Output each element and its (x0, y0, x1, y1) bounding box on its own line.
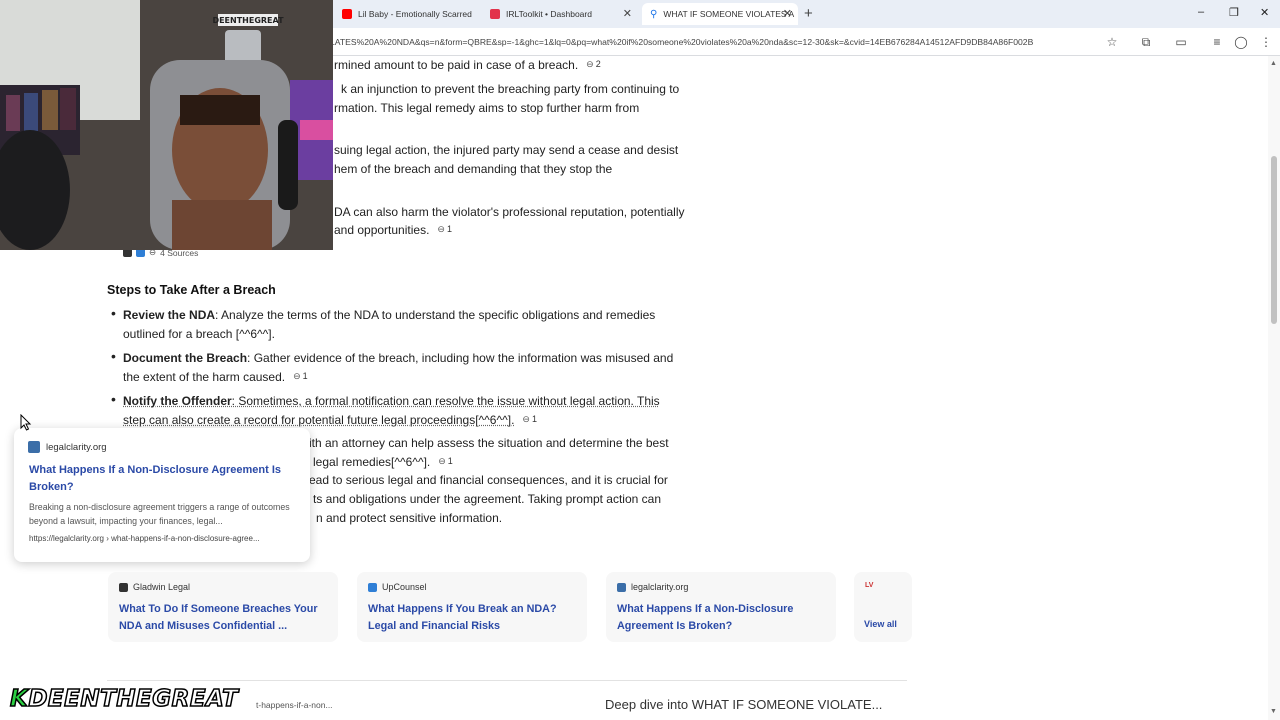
view-all-button[interactable]: LV View all (854, 572, 912, 642)
source-card-title[interactable]: What To Do If Someone Breaches Your NDA … (119, 601, 331, 635)
legalclarity-favicon-icon (617, 582, 626, 592)
tab-irltoolkit[interactable]: IRLToolkit • Dashboard ✕ (482, 3, 638, 25)
tab-title: WHAT IF SOMEONE VIOLATES A (663, 9, 795, 19)
steps-heading: Steps to Take After a Breach (107, 283, 276, 297)
cam-sign-text: DEENTHEGREAT (212, 16, 284, 25)
star-icon[interactable]: ☆ (1103, 33, 1121, 51)
site-favicon-icon: LV (865, 582, 874, 589)
hover-card-site: legalclarity.org (28, 441, 107, 453)
answer-line: hem of the breach and demanding that the… (334, 162, 613, 176)
minimize-button[interactable]: – (1198, 6, 1204, 18)
link-icon: ⊖ (522, 414, 530, 424)
scroll-up-icon[interactable]: ▲ (1270, 60, 1277, 67)
close-tab-icon[interactable]: ✕ (783, 7, 792, 20)
view-all-label: View all (864, 619, 897, 629)
webcam-image: DEENTHEGREAT (0, 0, 333, 250)
citation-badge[interactable]: ⊖ 1 (438, 456, 453, 467)
citation-hover-card[interactable]: legalclarity.org What Happens If a Non-D… (14, 428, 310, 562)
answer-line: rmation. This legal remedy aims to stop … (334, 101, 640, 115)
step-item-document: Document the Breach: Gather evidence of … (123, 351, 674, 365)
link-icon: ⊖ (437, 224, 445, 234)
scrollbar[interactable]: ▲ ▼ (1268, 56, 1280, 720)
step-item-consult-cont: legal remedies[^^6^^]. ⊖ 1 (313, 455, 453, 469)
answer-line: rmined amount to be paid in case of a br… (334, 58, 601, 72)
source-card-title[interactable]: What Happens If You Break an NDA? Legal … (368, 601, 580, 635)
source-card-gladwin[interactable]: Gladwin Legal What To Do If Someone Brea… (108, 572, 338, 642)
new-tab-button[interactable]: + (804, 5, 813, 22)
close-tab-icon[interactable]: ✕ (623, 7, 632, 20)
profile-icon[interactable]: ◯ (1232, 33, 1250, 51)
related-link[interactable]: t-happens-if-a-non... (256, 700, 333, 710)
citation-badge[interactable]: ⊖ 1 (437, 224, 452, 235)
scroll-down-icon[interactable]: ▼ (1270, 708, 1277, 715)
link-icon: ⊖ (586, 59, 594, 69)
youtube-icon (342, 9, 352, 19)
tab-title: Lil Baby - Emotionally Scarred (358, 9, 472, 19)
answer-line: suing legal action, the injured party ma… (334, 143, 679, 157)
upcounsel-favicon-icon (368, 582, 377, 592)
step-item-document-cont: the extent of the harm caused. ⊖ 1 (123, 370, 308, 384)
step-item-consult: ith an attorney can help assess the situ… (309, 436, 669, 450)
tab-search-active[interactable]: ⚲ WHAT IF SOMEONE VIOLATES A ✕ (642, 3, 798, 25)
bullet-dot: • (111, 305, 116, 321)
citation-badge[interactable]: ⊖ 2 (586, 59, 601, 70)
step-item-notify[interactable]: Notify the Offender: Sometimes, a formal… (123, 394, 660, 408)
extensions-icon[interactable]: ⧉ (1137, 33, 1155, 51)
conclusion-line: ts and obligations under the agreement. … (313, 492, 661, 506)
hover-card-title[interactable]: What Happens If a Non-Disclosure Agreeme… (29, 462, 299, 496)
menu-icon[interactable]: ⋮ (1257, 33, 1275, 51)
source-card-legalclarity[interactable]: legalclarity.org What Happens If a Non-D… (606, 572, 836, 642)
hover-card-snippet: Breaking a non-disclosure agreement trig… (29, 502, 290, 526)
citation-badge[interactable]: ⊖ 1 (522, 414, 537, 425)
collections-icon[interactable]: ≡ (1208, 33, 1226, 51)
deep-dive-link[interactable]: Deep dive into WHAT IF SOMEONE VIOLATE..… (605, 697, 882, 712)
citation-badge[interactable]: ⊖ 1 (293, 371, 308, 382)
link-icon: ⊖ (293, 371, 301, 381)
close-window-button[interactable]: ✕ (1260, 6, 1269, 19)
answer-line: and opportunities. ⊖ 1 (334, 223, 452, 237)
tab-lil-baby[interactable]: Lil Baby - Emotionally Scarred (334, 3, 480, 25)
step-item-notify-cont[interactable]: step can also create a record for potent… (123, 413, 537, 427)
step-item-review: Review the NDA: Analyze the terms of the… (123, 308, 656, 322)
conclusion-line: ead to serious legal and financial conse… (309, 473, 668, 487)
scrollbar-thumb[interactable] (1271, 156, 1277, 324)
step-item-review-cont: outlined for a breach [^^6^^]. (123, 327, 275, 341)
search-icon: ⚲ (650, 8, 658, 20)
address-bar[interactable]: LATES%20A%20NDA&qs=n&form=QBRE&sp=-1&ghc… (330, 32, 1100, 52)
bullet-dot: • (111, 348, 116, 364)
split-screen-icon[interactable]: ▭ (1172, 33, 1190, 51)
streamer-watermark: KDEENTHEGREAT (9, 685, 239, 713)
link-icon: ⊖ (438, 456, 446, 466)
irltoolkit-icon (490, 9, 500, 19)
conclusion-line: n and protect sensitive information. (316, 511, 503, 525)
source-card-site: Gladwin Legal (119, 582, 190, 592)
answer-line: k an injunction to prevent the breaching… (341, 82, 680, 96)
answer-line: DA can also harm the violator's professi… (334, 205, 685, 219)
maximize-button[interactable]: ❐ (1229, 6, 1239, 19)
mouse-cursor-icon (20, 414, 32, 431)
source-card-site: UpCounsel (368, 582, 427, 592)
legalclarity-favicon-icon (28, 441, 40, 453)
divider (107, 680, 907, 681)
source-card-title[interactable]: What Happens If a Non-Disclosure Agreeme… (617, 601, 829, 635)
source-card-site: legalclarity.org (617, 582, 688, 592)
webcam-overlay: DEENTHEGREAT (0, 0, 333, 250)
tab-title: IRLToolkit • Dashboard (506, 9, 592, 19)
hover-card-url[interactable]: https://legalclarity.org › what-happens-… (29, 534, 260, 543)
bullet-dot: • (111, 391, 116, 407)
source-card-upcounsel[interactable]: UpCounsel What Happens If You Break an N… (357, 572, 587, 642)
gladwin-favicon-icon (119, 582, 128, 592)
